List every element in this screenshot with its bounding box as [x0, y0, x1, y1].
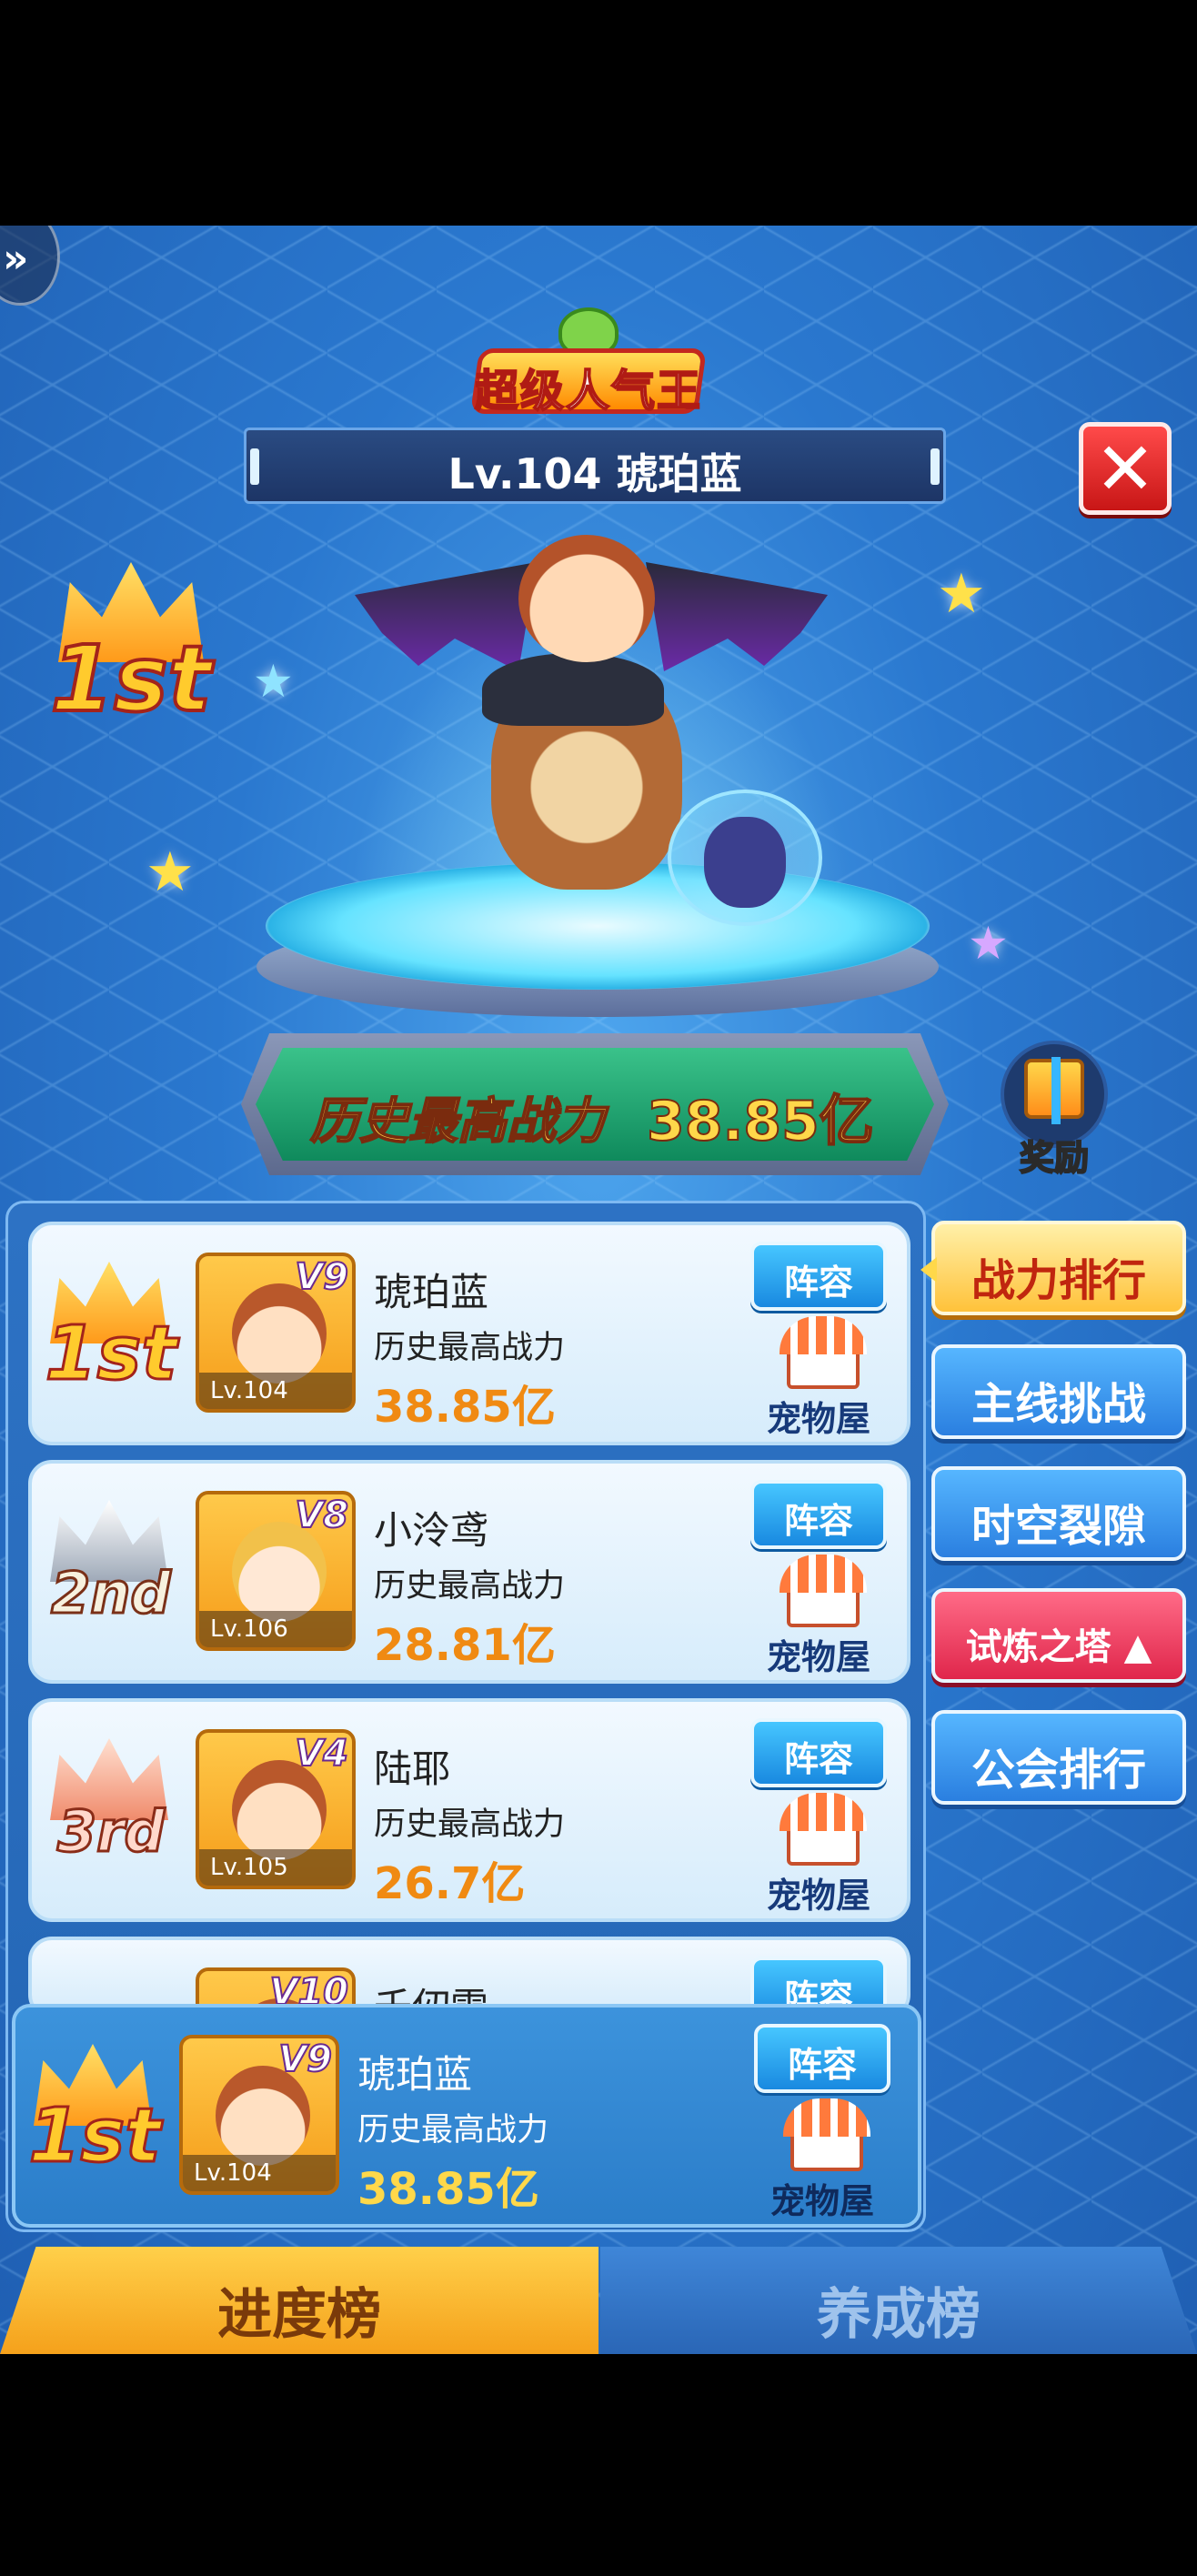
top-rank-text: 1st: [49, 624, 214, 734]
vip-badge: V9: [277, 2038, 333, 2081]
power-value: 38.85亿: [646, 1089, 875, 1154]
power-value: 28.81亿: [374, 1620, 556, 1671]
ranking-row: 2nd V8 Lv.106 小泠鸢 历史最高战力 28.81亿 阵容 宠物屋: [28, 1460, 910, 1684]
rank-badge-gold: 1st: [34, 1262, 188, 1416]
house-icon: [783, 2098, 870, 2171]
my-ranking-row: 1st V9 Lv.104 琥珀蓝 历史最高战力 38.85亿 阵容 宠物屋: [12, 2004, 921, 2228]
rank-badge-bronze: 3rd: [34, 1738, 188, 1893]
level-label: Lv.104: [183, 2155, 336, 2191]
level-label: Lv.106: [199, 1611, 352, 1647]
tab-power-ranking[interactable]: 战力排行: [920, 1221, 1186, 1315]
house-icon: [780, 1555, 867, 1627]
bottom-tab-bar: 进度榜 养成榜: [0, 2247, 1197, 2354]
wing-icon: [355, 562, 537, 671]
tab-guild-ranking[interactable]: 公会排行: [931, 1710, 1186, 1805]
power-value: 38.85亿: [357, 2164, 539, 2215]
house-icon: [780, 1793, 867, 1866]
tab-mainline-challenge[interactable]: 主线挑战: [931, 1344, 1186, 1439]
power-label: 历史最高战力: [374, 1568, 566, 1605]
lineup-button[interactable]: 阵容: [754, 2024, 890, 2093]
pet-room-button[interactable]: 宠物屋: [754, 2098, 890, 2221]
star-icon: ★: [937, 562, 986, 626]
ranking-row: 1st V9 Lv.104 琥珀蓝 历史最高战力 38.85亿 阵容 宠物屋: [28, 1222, 910, 1445]
tab-trial-tower[interactable]: 试炼之塔 ▲: [931, 1588, 1186, 1683]
gift-icon: [1024, 1057, 1084, 1124]
player-name: 陆耶: [374, 1746, 451, 1791]
power-label: 历史最高战力: [374, 1806, 566, 1843]
star-icon: ★: [146, 840, 195, 904]
ranking-row: 3rd V4 Lv.105 陆耶 历史最高战力 26.7亿 阵容 宠物屋: [28, 1698, 910, 1922]
player-name: 琥珀蓝: [357, 2052, 473, 2097]
lineup-button[interactable]: 阵容: [750, 1242, 887, 1311]
reward-label: 奖励: [1019, 1137, 1090, 1179]
rank-badge-silver: 2nd: [34, 1500, 188, 1655]
star-icon: ★: [968, 917, 1009, 970]
power-value: 26.7亿: [374, 1858, 526, 1909]
avatar: V9 Lv.104: [196, 1253, 356, 1413]
top-rank-badge: 1st: [40, 562, 222, 735]
highest-power-banner: 历史最高战力 38.85亿: [241, 1033, 949, 1175]
avatar: V9 Lv.104: [179, 2035, 339, 2195]
power-value: 38.85亿: [374, 1382, 556, 1433]
power-label: 历史最高战力: [357, 2112, 549, 2148]
house-icon: [780, 1316, 867, 1389]
tab-growth-board[interactable]: 养成榜: [600, 2247, 1197, 2354]
super-popularity-logo: 超级人气王: [466, 307, 711, 426]
vip-badge: V9: [294, 1256, 349, 1299]
avatar: V8 Lv.106: [196, 1491, 356, 1651]
level-label: Lv.104: [199, 1373, 352, 1409]
pet-room-button[interactable]: 宠物屋: [750, 1316, 887, 1439]
vip-badge: V8: [294, 1494, 349, 1537]
player-name-banner: Lv.104 琥珀蓝: [244, 428, 946, 504]
tab-progress-board[interactable]: 进度榜: [0, 2247, 598, 2354]
power-label: 历史最高战力: [309, 1092, 606, 1151]
reward-button[interactable]: 奖励: [997, 1041, 1112, 1179]
close-icon: ✕: [1094, 427, 1156, 511]
wing-icon: [646, 562, 828, 671]
lineup-button[interactable]: 阵容: [750, 1480, 887, 1549]
pet-room-button[interactable]: 宠物屋: [750, 1555, 887, 1677]
game-screen: » 超级人气王 Lv.104 琥珀蓝 ✕ 1st ★ ★ ★ ★ 历史最高战力 …: [0, 226, 1197, 2354]
close-button[interactable]: ✕: [1079, 422, 1172, 515]
star-icon: ★: [253, 655, 294, 708]
character-head: [518, 535, 655, 662]
ranking-list[interactable]: 1st V9 Lv.104 琥珀蓝 历史最高战力 38.85亿 阵容 宠物屋 2…: [5, 1201, 926, 2232]
avatar: V4 Lv.105: [196, 1729, 356, 1889]
logo-text: 超级人气王: [474, 365, 702, 418]
double-chevron-icon: »: [3, 236, 29, 282]
pet-room-button[interactable]: 宠物屋: [750, 1793, 887, 1916]
lineup-button[interactable]: 阵容: [750, 1718, 887, 1787]
vip-badge: V4: [294, 1733, 349, 1776]
player-title: Lv.104 琥珀蓝: [448, 449, 742, 498]
pet-character: [668, 762, 822, 926]
player-name: 琥珀蓝: [374, 1270, 489, 1314]
tab-spacetime-rift[interactable]: 时空裂隙: [931, 1466, 1186, 1561]
player-name: 小泠鸢: [374, 1508, 489, 1553]
rank-badge-gold: 1st: [17, 2044, 172, 2199]
power-label: 历史最高战力: [374, 1330, 566, 1366]
level-label: Lv.105: [199, 1849, 352, 1886]
